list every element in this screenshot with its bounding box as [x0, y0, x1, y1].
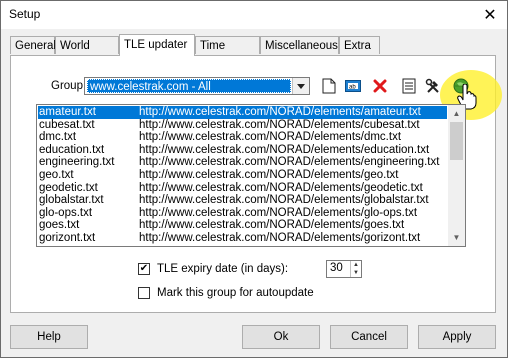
- list-item-name: gorizont.txt: [39, 232, 96, 244]
- scroll-down-icon[interactable]: ▼: [448, 229, 465, 246]
- tab-general[interactable]: General: [10, 36, 56, 54]
- group-combobox[interactable]: www.celestrak.com - All: [84, 77, 310, 95]
- list-item-url: http://www.celestrak.com/NORAD/elements/…: [139, 181, 423, 194]
- delete-icon[interactable]: [371, 77, 389, 95]
- list-item-name: amateur.txt: [39, 106, 96, 118]
- list-item-url: http://www.celestrak.com/NORAD/elements/…: [139, 232, 421, 244]
- list-item-name: globalstar.txt: [39, 194, 104, 207]
- autoupdate-checkbox[interactable]: [138, 287, 150, 299]
- list-item-name: geo.txt: [39, 169, 74, 181]
- spin-up-icon[interactable]: ▲: [351, 261, 361, 269]
- list-item-url: http://www.celestrak.com/NORAD/elements/…: [139, 206, 418, 219]
- tab-label: General: [15, 40, 56, 52]
- group-selected-value: www.celestrak.com - All: [87, 79, 291, 93]
- list-item-url: http://www.celestrak.com/NORAD/elements/…: [139, 143, 430, 156]
- list-item-name: education.txt: [39, 143, 105, 156]
- group-label: Group: [51, 80, 83, 92]
- list-item-url: http://www.celestrak.com/NORAD/elements/…: [139, 169, 399, 181]
- list-item[interactable]: education.txt http://www.celestrak.com/NO…: [38, 144, 447, 157]
- tab-label: Extra: [344, 40, 371, 52]
- tle-source-list[interactable]: amateur.txt http://www.celestrak.com/NORA…: [36, 104, 466, 247]
- scroll-up-icon[interactable]: ▲: [448, 105, 465, 122]
- spin-down-icon[interactable]: ▼: [351, 269, 361, 277]
- list-item-name: geodetic.txt: [39, 181, 98, 194]
- list-item-url: http://www.celestrak.com/NORAD/elements/…: [139, 106, 421, 118]
- list-item-name: engineering.txt: [39, 156, 115, 169]
- new-document-icon[interactable]: [320, 77, 338, 95]
- list-item-url: http://www.celestrak.com/NORAD/elements/…: [139, 194, 429, 207]
- expiry-days-value: 30: [330, 262, 343, 274]
- tab-label: Miscellaneous: [265, 40, 338, 52]
- list-item-name: cubesat.txt: [39, 118, 95, 131]
- tab-world-map[interactable]: World map: [55, 36, 119, 70]
- close-icon[interactable]: ✕: [473, 1, 507, 29]
- scrollbar-thumb[interactable]: [450, 122, 463, 160]
- list-item[interactable]: gorizont.txt http://www.celestrak.com/NOR…: [38, 232, 447, 245]
- list-item-name: dmc.txt: [39, 131, 77, 144]
- spinner-buttons: ▲ ▼: [350, 261, 361, 277]
- list-item[interactable]: goes.txt http://www.celestrak.com/NORAD/e…: [38, 219, 447, 232]
- list-item-url: http://www.celestrak.com/NORAD/elements/…: [139, 219, 405, 232]
- list-item[interactable]: cubesat.txt http://www.celestrak.com/NORA…: [38, 119, 447, 132]
- tab-label: TLE updater: [124, 39, 188, 51]
- list-item-name: goes.txt: [39, 219, 80, 232]
- chevron-down-icon[interactable]: [292, 78, 309, 94]
- tab-extra[interactable]: Extra: [339, 36, 380, 54]
- apply-button[interactable]: Apply: [418, 325, 496, 349]
- list-item[interactable]: glo-ops.txt http://www.celestrak.com/NORA…: [38, 207, 447, 220]
- autoupdate-label: Mark this group for autoupdate: [157, 287, 314, 299]
- tab-time-synch[interactable]: Time synch: [195, 36, 260, 70]
- svg-text:ab: ab: [349, 85, 356, 91]
- list-item-url: http://www.celestrak.com/NORAD/elements/…: [139, 118, 420, 131]
- rename-icon[interactable]: ab: [344, 77, 362, 95]
- list-item-name: glo-ops.txt: [39, 206, 93, 219]
- help-button[interactable]: Help: [10, 325, 88, 349]
- list-item[interactable]: amateur.txt http://www.celestrak.com/NORA…: [38, 106, 447, 119]
- list-item[interactable]: geo.txt http://www.celestrak.com/NORAD/el…: [38, 169, 447, 182]
- list-item[interactable]: dmc.txt http://www.celestrak.com/NORAD/el…: [38, 131, 447, 144]
- list-scrollbar[interactable]: ▲ ▼: [448, 105, 465, 246]
- list-item[interactable]: globalstar.txt http://www.celestrak.com/N…: [38, 194, 447, 207]
- expiry-checkbox[interactable]: ✔: [138, 263, 150, 275]
- tab-tle-updater[interactable]: TLE updater: [119, 34, 195, 56]
- properties-icon[interactable]: [400, 77, 418, 95]
- ok-button[interactable]: Ok: [242, 325, 320, 349]
- window-title: Setup: [9, 7, 41, 21]
- list-item[interactable]: geodetic.txt http://www.celestrak.com/NOR…: [38, 182, 447, 195]
- expiry-days-spinner[interactable]: 30 ▲ ▼: [326, 260, 362, 278]
- cancel-button[interactable]: Cancel: [330, 325, 408, 349]
- list-item-url: http://www.celestrak.com/NORAD/elements/…: [139, 131, 402, 144]
- list-item[interactable]: engineering.txt http://www.celestrak.com/…: [38, 156, 447, 169]
- tab-miscellaneous[interactable]: Miscellaneous: [260, 36, 339, 54]
- title-bar[interactable]: Setup ✕: [1, 1, 507, 29]
- expiry-label: TLE expiry date (in days):: [157, 263, 289, 275]
- list-item-url: http://www.celestrak.com/NORAD/elements/…: [139, 156, 440, 169]
